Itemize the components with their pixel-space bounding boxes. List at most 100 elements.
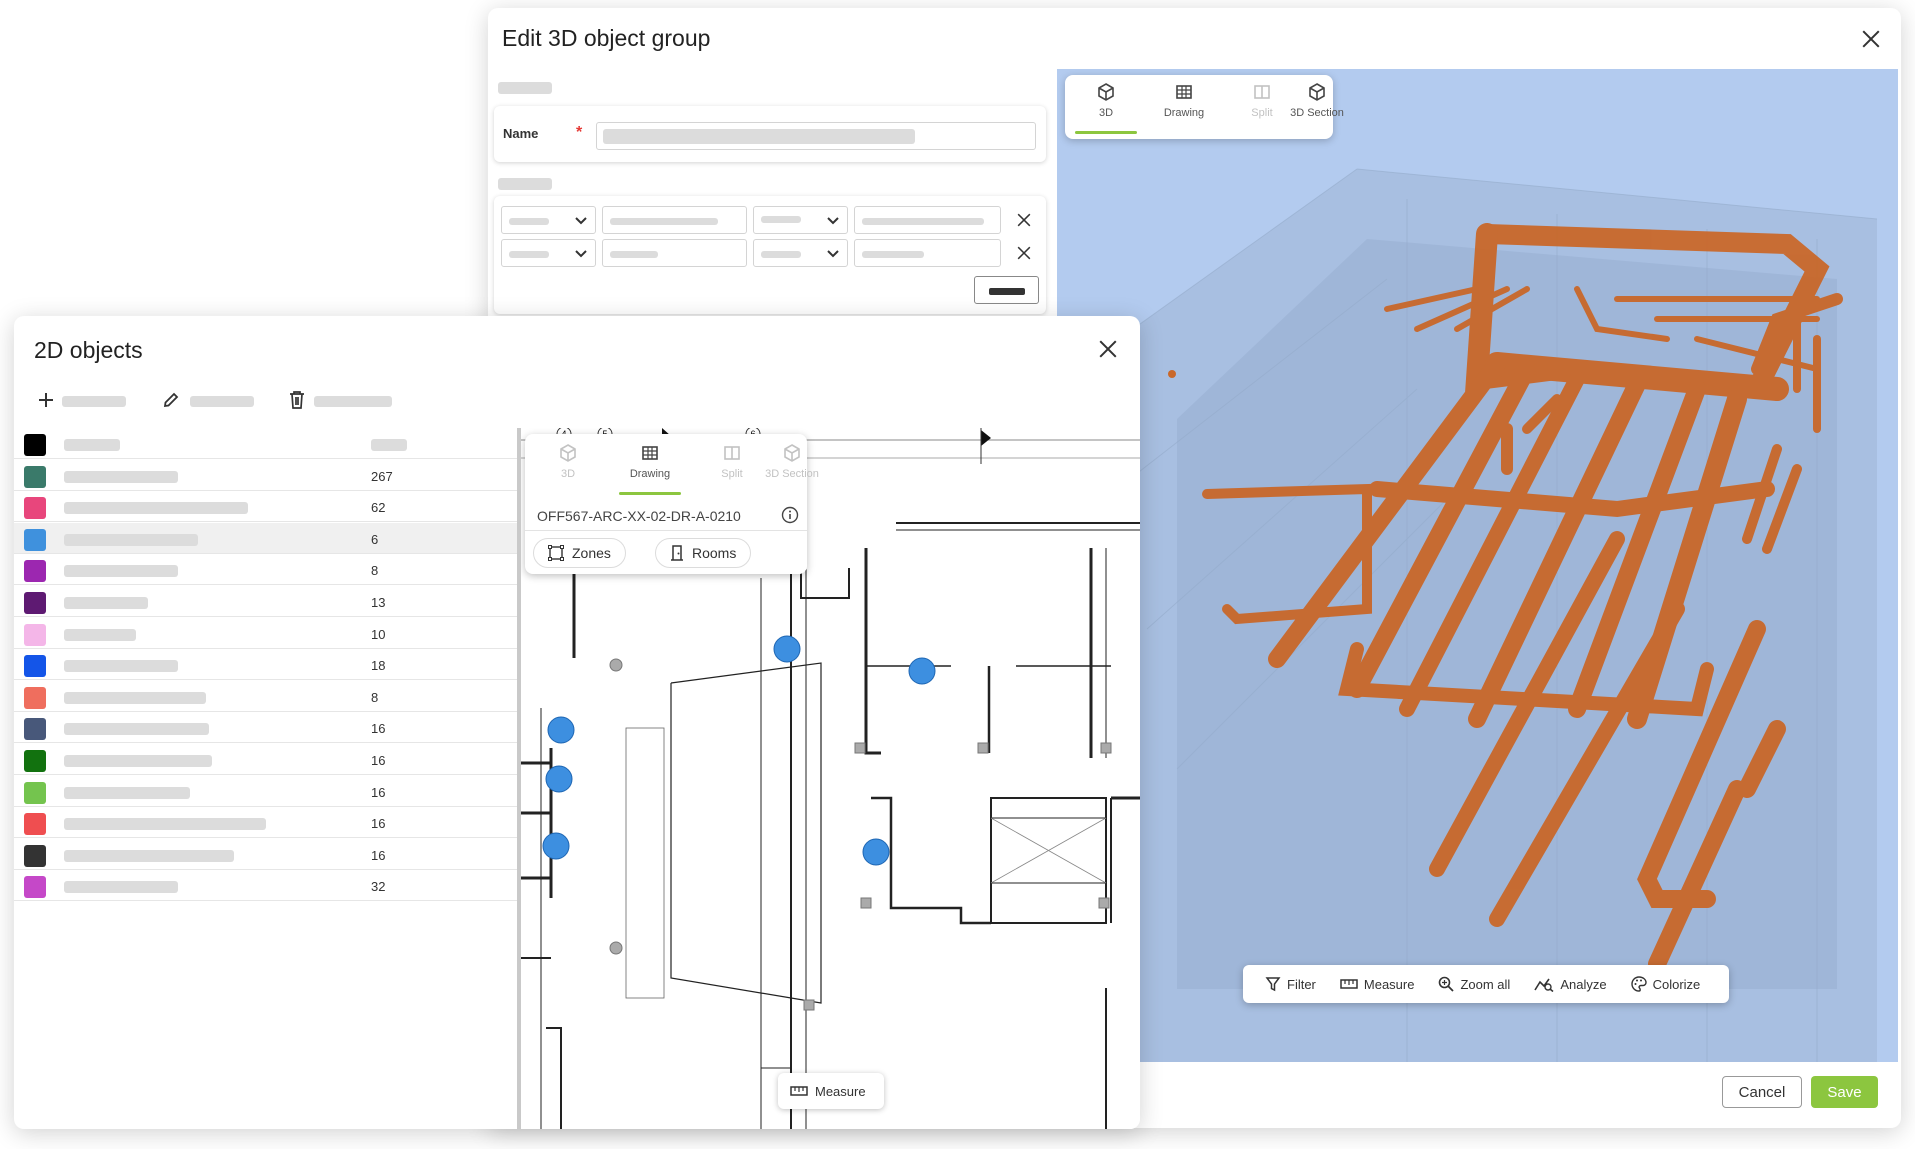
edit-button[interactable]	[162, 390, 272, 412]
section-label-placeholder	[498, 82, 552, 94]
color-swatch[interactable]	[24, 718, 46, 741]
rule-2-target-input[interactable]	[854, 239, 1001, 267]
rule-2-field-select[interactable]	[501, 239, 596, 267]
info-icon[interactable]	[781, 506, 799, 524]
object-count: 13	[371, 595, 386, 610]
object-count: 16	[371, 753, 386, 768]
tab-drawing[interactable]: Drawing	[611, 444, 689, 495]
list-item[interactable]: 8	[14, 554, 519, 586]
filter-button[interactable]: Filter	[1253, 976, 1328, 992]
remove-rule-1-icon[interactable]	[1015, 211, 1033, 229]
tab-split-label: Split	[1251, 107, 1273, 119]
list-item[interactable]: 16	[14, 839, 519, 870]
tab-drawing[interactable]: Drawing	[1145, 83, 1223, 119]
list-item[interactable]: 13	[14, 586, 519, 617]
list-item[interactable]: 18	[14, 649, 519, 681]
color-swatch[interactable]	[24, 592, 46, 614]
drawing-id: OFF567-ARC-XX-02-DR-A-0210	[537, 508, 741, 524]
object-count: 32	[371, 879, 386, 895]
pencil-icon	[163, 392, 179, 408]
tab-3d-section[interactable]: 3D Section	[759, 444, 825, 480]
color-swatch[interactable]	[24, 497, 46, 520]
cube-icon	[1098, 83, 1114, 101]
split-icon	[724, 446, 740, 460]
3d-viewport[interactable]: 3D Drawing Split 3D Section Filter Measu…	[1057, 69, 1898, 1062]
object-count: 8	[371, 563, 379, 579]
object-name-placeholder	[64, 691, 206, 704]
color-swatch[interactable]	[24, 781, 46, 804]
color-swatch[interactable]	[24, 844, 46, 867]
analyze-button[interactable]: Analyze	[1522, 976, 1618, 992]
object-count: 6	[371, 531, 379, 547]
list-item[interactable]: 6	[14, 522, 519, 554]
object-list: 267 62 6 8 13 10 18 8 16 16 16 16 16 32	[14, 428, 519, 1128]
object-count: 16	[371, 816, 386, 832]
required-mark: *	[576, 124, 583, 141]
chevron-down-icon	[827, 250, 839, 258]
object-count: 8	[371, 689, 379, 705]
count-header-placeholder	[371, 439, 407, 451]
list-item[interactable]: 10	[14, 618, 519, 649]
ruler-icon	[1340, 979, 1358, 989]
object-name-placeholder	[64, 755, 212, 767]
object-name-placeholder	[64, 470, 178, 483]
save-button[interactable]: Save	[1811, 1076, 1878, 1108]
remove-rule-2-icon[interactable]	[1015, 244, 1033, 262]
zones-button[interactable]: Zones	[533, 538, 626, 568]
colorize-button[interactable]: Colorize	[1619, 976, 1713, 992]
cancel-button[interactable]: Cancel	[1722, 1076, 1802, 1108]
list-item[interactable]: 8	[14, 681, 519, 712]
color-swatch[interactable]	[24, 623, 46, 646]
name-input[interactable]	[596, 122, 1036, 150]
object-name-placeholder	[64, 628, 136, 641]
name-input-value-placeholder	[603, 129, 915, 144]
object-count: 16	[371, 847, 386, 863]
color-swatch[interactable]	[24, 655, 46, 678]
color-swatch[interactable]	[24, 686, 46, 709]
tab-split-label: Split	[721, 468, 743, 480]
rule-1-target-input[interactable]	[854, 206, 1001, 234]
color-swatch[interactable]	[24, 750, 46, 772]
rule-1-field-select[interactable]	[501, 206, 596, 234]
color-swatch[interactable]	[24, 528, 46, 551]
trash-icon	[290, 391, 304, 409]
list-item[interactable]: 32	[14, 870, 519, 902]
list-item[interactable]: 16	[14, 712, 519, 744]
list-item[interactable]: 16	[14, 776, 519, 807]
rule-2-operator-select[interactable]	[753, 239, 848, 267]
measure-button[interactable]: Measure	[1328, 977, 1427, 992]
tab-drawing-label: Drawing	[1163, 107, 1205, 119]
rooms-button[interactable]: Rooms	[655, 538, 752, 568]
list-item[interactable]: 16	[14, 744, 519, 775]
color-swatch[interactable]	[24, 876, 46, 899]
color-swatch[interactable]	[24, 465, 46, 488]
close-icon[interactable]	[1096, 337, 1120, 361]
color-swatch[interactable]	[24, 434, 46, 456]
section-label-placeholder	[498, 178, 552, 190]
measure-button[interactable]: Measure	[778, 1073, 884, 1109]
tab-3d[interactable]: 3D	[1067, 83, 1145, 134]
add-rule-button[interactable]	[974, 276, 1039, 304]
object-name-placeholder	[64, 723, 209, 736]
rule-1-operator-select[interactable]	[753, 206, 848, 234]
list-item[interactable]	[14, 428, 519, 459]
color-swatch[interactable]	[24, 560, 46, 583]
tab-3d-section-label: 3D Section	[765, 468, 819, 480]
list-item[interactable]: 62	[14, 491, 519, 523]
color-swatch[interactable]	[24, 813, 46, 836]
name-label: Name	[503, 126, 539, 141]
delete-button[interactable]	[288, 390, 408, 412]
list-item[interactable]: 267	[14, 460, 519, 491]
dialog-title: 2D objects	[34, 337, 143, 363]
tab-3d-section[interactable]: 3D Section	[1285, 83, 1349, 119]
2d-drawing-viewer[interactable]: 4 5 6 3D	[517, 428, 1140, 1129]
rule-1-value-input[interactable]	[602, 206, 747, 234]
3d-view-mode-tabs: 3D Drawing Split 3D Section	[1065, 75, 1344, 139]
list-item[interactable]: 16	[14, 807, 519, 839]
add-button[interactable]	[38, 390, 148, 412]
close-icon[interactable]	[1859, 27, 1883, 51]
rule-2-value-input[interactable]	[602, 239, 747, 267]
zoom-all-button[interactable]: Zoom all	[1426, 976, 1522, 992]
ruler-icon	[790, 1086, 808, 1096]
tab-3d[interactable]: 3D	[529, 444, 607, 480]
